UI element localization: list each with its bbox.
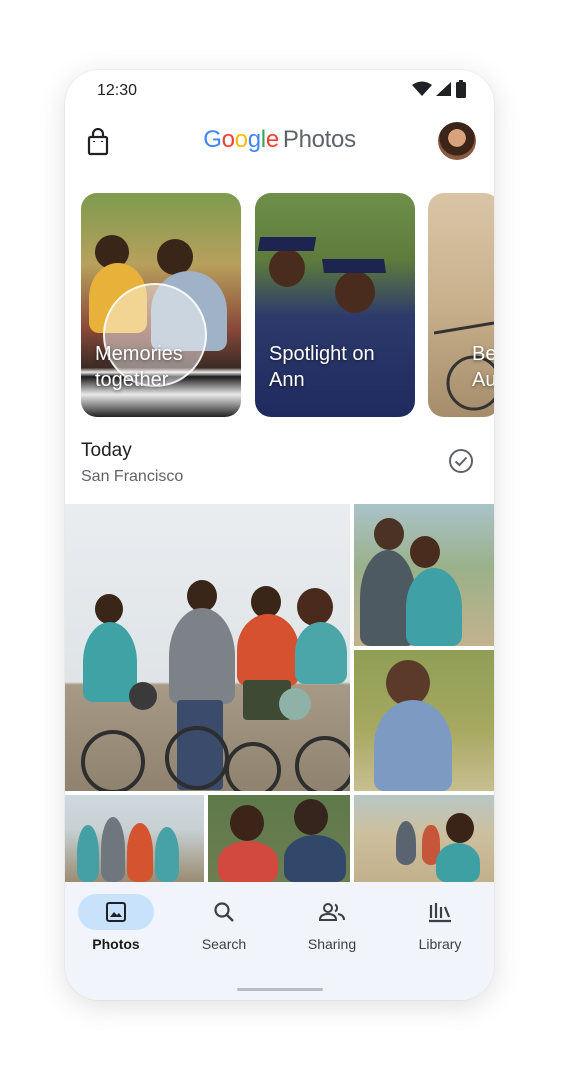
phone-frame: 12:30 Google Photos Memories together Sp…: [65, 70, 494, 1000]
library-icon: [429, 903, 451, 923]
google-photos-logo: Google Photos: [65, 126, 494, 154]
photo-subject: [446, 813, 474, 843]
logo-letter: g: [247, 126, 261, 153]
photo-subject: [386, 660, 430, 706]
photo-subject: [406, 568, 462, 646]
nav-item-label: Photos: [92, 936, 140, 952]
photo-subject: [155, 827, 179, 882]
photo-subject: [284, 835, 346, 882]
memory-card-memories-together[interactable]: Memories together: [81, 193, 241, 417]
photo-subject: [297, 588, 333, 626]
memories-carousel: Memories together Spotlight on Ann Be Au: [81, 193, 494, 417]
search-icon: [214, 902, 234, 922]
nav-item-pill: [402, 894, 478, 930]
photo-subject: [101, 817, 125, 882]
memory-card-title: Be Au: [472, 343, 494, 391]
logo-letter: o: [234, 126, 248, 153]
nav-item-label: Sharing: [307, 936, 357, 952]
nav-item-photos[interactable]: Photos: [65, 894, 170, 964]
photo-subject: [294, 799, 328, 835]
photo-tile[interactable]: [208, 795, 350, 882]
select-all-check-icon[interactable]: [448, 448, 474, 474]
bicycles: [81, 682, 350, 791]
wifi-icon: [412, 81, 432, 96]
nav-item-pill: [294, 894, 370, 930]
nav-item-label: Search: [201, 936, 247, 952]
photo-subject: [230, 805, 264, 841]
memory-card-title: Memories together: [95, 343, 183, 391]
photo-subject: [374, 518, 404, 550]
memory-card-partial[interactable]: Be Au: [428, 193, 494, 417]
account-avatar[interactable]: [438, 122, 476, 160]
bottom-navigation: Photos Search Sharing Library: [65, 882, 494, 1000]
logo-letter: G: [203, 126, 222, 153]
photo-subject: [396, 821, 416, 865]
photo-subject: [436, 843, 480, 882]
nav-item-pill: [78, 894, 154, 930]
photo-subject: [374, 700, 452, 791]
photo-tile[interactable]: [354, 504, 494, 646]
section-date: Today: [81, 440, 132, 461]
grad-cap: [322, 259, 386, 273]
nav-item-label: Library: [418, 936, 462, 952]
nav-item-pill: [186, 894, 262, 930]
photo-subject: [335, 271, 375, 313]
status-icons: [412, 80, 466, 98]
google-wordmark: Google: [203, 126, 279, 153]
photos-wordmark: Photos: [282, 126, 356, 153]
image-icon: [106, 902, 126, 922]
photo-grid: [65, 504, 494, 882]
gesture-handle[interactable]: [237, 988, 323, 991]
nav-item-sharing[interactable]: Sharing: [278, 894, 386, 964]
logo-letter: o: [221, 126, 235, 153]
logo-letter: e: [265, 126, 279, 153]
photo-subject: [95, 594, 123, 624]
photo-tile[interactable]: [65, 795, 204, 882]
photo-subject: [157, 239, 193, 275]
photo-subject: [410, 536, 440, 568]
people-icon: [319, 903, 345, 921]
nav-item-search[interactable]: Search: [170, 894, 278, 964]
photo-subject: [127, 823, 153, 882]
section-location: San Francisco: [81, 468, 184, 485]
app-bar: Google Photos: [65, 118, 494, 166]
grad-cap: [257, 237, 317, 251]
photo-tile[interactable]: [65, 504, 350, 791]
battery-icon: [456, 80, 466, 98]
memory-card-spotlight-on-ann[interactable]: Spotlight on Ann: [255, 193, 415, 417]
photo-subject: [77, 825, 99, 882]
photo-subject: [269, 249, 305, 287]
memory-card-title: Spotlight on Ann: [269, 343, 375, 391]
photo-tile[interactable]: [354, 650, 494, 791]
photo-tile[interactable]: [354, 795, 494, 882]
status-bar: 12:30: [65, 70, 494, 110]
signal-icon: [436, 82, 451, 96]
status-time: 12:30: [97, 82, 138, 99]
nav-item-library[interactable]: Library: [386, 894, 494, 964]
photo-subject: [218, 841, 278, 882]
